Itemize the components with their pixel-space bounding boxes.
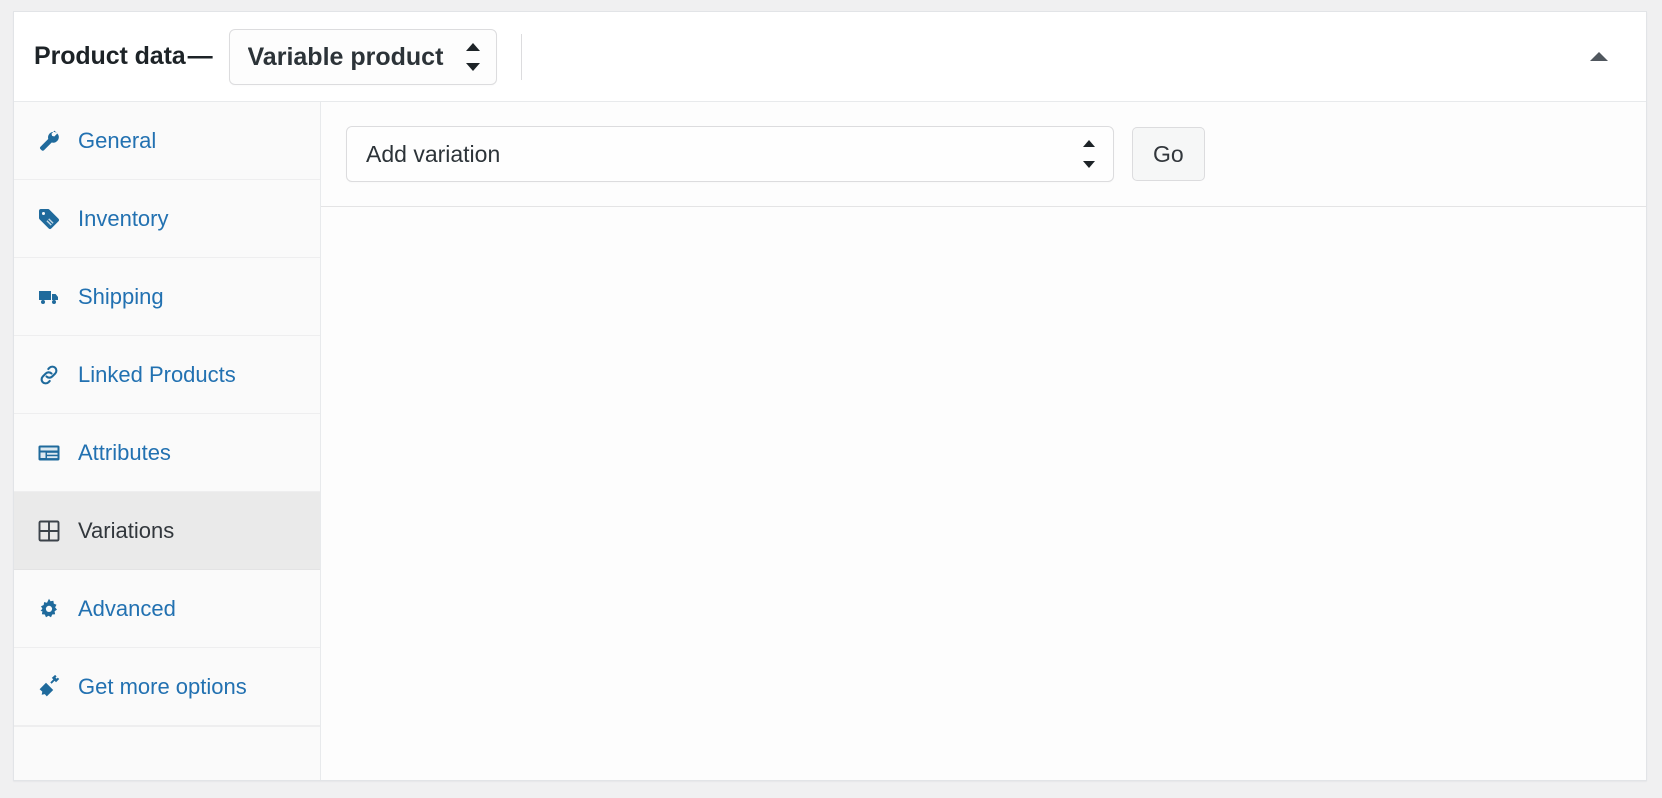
sidebar-item-inventory[interactable]: Inventory [14, 180, 320, 258]
sidebar-filler [14, 726, 320, 780]
tab-link-attributes[interactable]: Attributes [14, 414, 320, 491]
variations-toolbar: Add variation Go [321, 102, 1646, 207]
postbox-header: Product data— Variable product [14, 12, 1646, 102]
sidebar-item-variations[interactable]: Variations [14, 492, 320, 570]
sidebar-item-general[interactable]: General [14, 102, 320, 180]
variation-action-select[interactable]: Add variation [346, 126, 1114, 182]
tab-link-get-more-options[interactable]: Get more options [14, 648, 320, 725]
sidebar-item-label: Get more options [78, 673, 247, 699]
truck-icon [36, 284, 62, 310]
grid-icon [36, 518, 62, 544]
sidebar-item-shipping[interactable]: Shipping [14, 258, 320, 336]
sidebar-item-attributes[interactable]: Attributes [14, 414, 320, 492]
tab-link-linked-products[interactable]: Linked Products [14, 336, 320, 413]
page-title-text: Product data [34, 42, 186, 70]
variations-list [321, 207, 1646, 780]
page-title: Product data— [34, 42, 213, 71]
tab-link-variations[interactable]: Variations [14, 492, 320, 569]
sidebar-item-label: Shipping [78, 283, 164, 309]
gear-icon [36, 596, 62, 622]
sidebar-item-advanced[interactable]: Advanced [14, 570, 320, 648]
plugin-icon [36, 674, 62, 700]
variation-action-select-wrap: Add variation [346, 126, 1114, 182]
sidebar-item-label: General [78, 127, 157, 153]
product-data-postbox: Product data— Variable product General I… [13, 11, 1647, 781]
title-dash: — [187, 42, 213, 70]
sidebar-item-label: Attributes [78, 439, 171, 465]
sidebar-item-label: Variations [78, 517, 175, 543]
go-button[interactable]: Go [1132, 127, 1205, 181]
sidebar-item-label: Advanced [78, 595, 176, 621]
variations-panel: Add variation Go [321, 102, 1646, 780]
tab-link-advanced[interactable]: Advanced [14, 570, 320, 647]
product-data-body: General Inventory Shipping Linked Produc… [14, 102, 1646, 780]
wrench-icon [36, 128, 62, 154]
tab-link-general[interactable]: General [14, 102, 320, 179]
tag-icon [36, 206, 62, 232]
toggle-panel-button[interactable] [1582, 40, 1616, 74]
product-data-tabs: General Inventory Shipping Linked Produc… [14, 102, 321, 780]
sidebar-item-get-more-options[interactable]: Get more options [14, 648, 320, 726]
sidebar-item-linked-products[interactable]: Linked Products [14, 336, 320, 414]
product-type-select-wrap: Variable product [228, 28, 497, 85]
tab-link-inventory[interactable]: Inventory [14, 180, 320, 257]
sidebar-item-label: Inventory [78, 205, 169, 231]
product-type-select[interactable]: Variable product [228, 28, 497, 85]
form-icon [36, 440, 62, 466]
caret-up-icon [1590, 52, 1608, 61]
sidebar-item-label: Linked Products [78, 361, 236, 387]
header-divider [520, 33, 522, 80]
tab-link-shipping[interactable]: Shipping [14, 258, 320, 335]
link-icon [36, 362, 62, 388]
